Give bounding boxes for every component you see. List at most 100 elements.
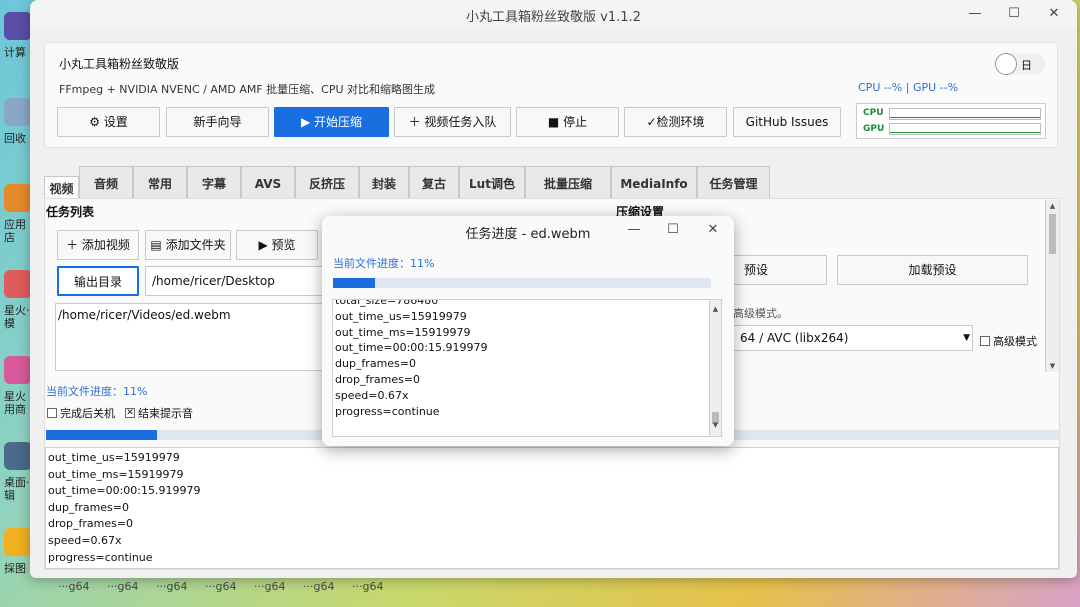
close-icon[interactable]: ✕ <box>703 220 723 240</box>
check-env-button[interactable]: ✓检测环境 <box>624 107 727 137</box>
taskbar-item[interactable]: ···g64 <box>352 580 383 593</box>
spark-app-icon[interactable] <box>4 356 32 384</box>
load-preset-button[interactable]: 加载预设 <box>837 255 1028 285</box>
encoder-select[interactable]: 64 / AVC (libx264) ▼ <box>733 325 973 351</box>
task-list-title: 任务列表 <box>46 205 95 219</box>
log-line: speed=0.67x <box>48 533 122 547</box>
theme-toggle-label: 日 <box>1021 59 1032 72</box>
current-file-progress: 当前文件进度：11% <box>46 385 148 398</box>
log-line: progress=continue <box>335 404 440 418</box>
log-line: dup_frames=0 <box>48 500 130 514</box>
dialog-log[interactable]: total_size=786480 out_time_us=15919979 o… <box>332 299 722 437</box>
usage-monitor: CPU GPU <box>856 103 1046 139</box>
dialog-log-scrollbar[interactable]: ▲ ▼ <box>709 300 721 436</box>
taskbar-item[interactable]: ···g64 <box>205 580 236 593</box>
settings-button[interactable]: ⚙ 设置 <box>57 107 160 137</box>
sound-checkbox[interactable]: ✕ 结束提示音 <box>125 405 193 421</box>
app-icon[interactable] <box>4 12 32 40</box>
tab-common[interactable]: 常用 <box>133 166 187 200</box>
taskbar-item[interactable]: ···g64 <box>254 580 285 593</box>
app-subtitle: FFmpeg + NVIDIA NVENC / AMD AMF 批量压缩、CPU… <box>59 83 436 96</box>
tab-lut[interactable]: Lut调色 <box>459 166 525 200</box>
start-compress-button[interactable]: ▶ 开始压缩 <box>274 107 389 137</box>
list-item[interactable]: /home/ricer/Videos/ed.webm <box>58 308 322 322</box>
checkbox-box: ✕ <box>125 408 135 418</box>
tab-mux[interactable]: 封装 <box>359 166 409 200</box>
file-list[interactable]: /home/ricer/Videos/ed.webm <box>55 303 325 371</box>
tab-task-manager[interactable]: 任务管理 <box>697 166 770 200</box>
minimize-icon[interactable]: — <box>624 220 644 240</box>
preview-button[interactable]: ▶ 预览 <box>236 230 318 260</box>
capture-icon[interactable] <box>4 528 32 556</box>
log-line: out_time_us=15919979 <box>48 451 180 464</box>
scroll-down-icon[interactable]: ▼ <box>710 418 721 434</box>
taskbar-item[interactable]: ···g64 <box>58 580 89 593</box>
output-dir-button[interactable]: 输出目录 <box>57 266 139 296</box>
app-name: 小丸工具箱粉丝致敬版 <box>59 57 180 71</box>
tab-retro[interactable]: 复古 <box>409 166 459 200</box>
scroll-down-icon[interactable]: ▼ <box>1046 362 1059 370</box>
log-line: out_time=00:00:15.919979 <box>335 341 488 355</box>
tab-anti-squeeze[interactable]: 反挤压 <box>295 166 359 200</box>
settings-scrollbar[interactable]: ▲ ▼ <box>1045 200 1059 372</box>
scroll-thumb[interactable] <box>1049 214 1056 254</box>
spark-icon[interactable] <box>4 270 32 298</box>
wizard-button[interactable]: 新手向导 <box>166 107 269 137</box>
advanced-mode-label: 高级模式 <box>993 335 1037 348</box>
main-log[interactable]: out_time_us=15919979 out_time_ms=1591997… <box>45 447 1059 569</box>
log-line: dup_frames=0 <box>335 357 417 371</box>
tab-audio[interactable]: 音频 <box>79 166 133 200</box>
tab-mediainfo[interactable]: MediaInfo <box>611 166 697 200</box>
cpu-label: CPU <box>863 108 884 118</box>
close-icon[interactable]: ✕ <box>1044 4 1064 24</box>
log-line: out_time_ms=15919979 <box>335 325 471 339</box>
minimize-icon[interactable]: — <box>965 4 985 24</box>
advanced-hint: 高级模式。 <box>733 307 788 320</box>
main-progress-fill <box>46 430 158 440</box>
preset-button[interactable]: 预设 <box>733 255 827 285</box>
log-line: total_size=786480 <box>335 299 439 307</box>
sound-label: 结束提示音 <box>138 407 193 420</box>
scroll-up-icon[interactable]: ▲ <box>710 302 721 318</box>
editor-icon[interactable] <box>4 442 32 470</box>
log-line: out_time=00:00:15.919979 <box>48 484 201 498</box>
enqueue-button[interactable]: ＋ 视频任务入队 <box>394 107 511 137</box>
tab-subtitle[interactable]: 字幕 <box>187 166 241 200</box>
taskbar-item[interactable]: ···g64 <box>303 580 334 593</box>
tab-avs[interactable]: AVS <box>241 166 295 200</box>
shutdown-checkbox[interactable]: 完成后关机 <box>47 405 115 421</box>
store-icon[interactable] <box>4 184 32 212</box>
dialog-progress-bar <box>333 278 711 288</box>
encoder-select-value: 64 / AVC (libx264) <box>740 331 849 345</box>
dialog-progress-fill <box>333 278 375 288</box>
gpu-graph <box>889 123 1041 135</box>
title-bar[interactable]: 小丸工具箱粉丝致敬版 v1.1.2 — ☐ ✕ <box>30 0 1077 28</box>
chevron-down-icon: ▼ <box>963 333 970 343</box>
gpu-label: GPU <box>863 124 885 134</box>
window-title: 小丸工具箱粉丝致敬版 v1.1.2 <box>466 10 641 25</box>
tab-batch[interactable]: 批量压缩 <box>525 166 611 200</box>
advanced-mode-checkbox[interactable]: 高级模式 <box>980 333 1037 349</box>
theme-toggle[interactable]: 日 <box>995 53 1045 75</box>
scroll-up-icon[interactable]: ▲ <box>1046 202 1059 210</box>
github-issues-button[interactable]: GitHub Issues <box>733 107 841 137</box>
log-line: out_time_ms=15919979 <box>48 467 184 481</box>
maximize-icon[interactable]: ☐ <box>1004 4 1024 24</box>
taskbar-item[interactable]: ···g64 <box>107 580 138 593</box>
add-folder-button[interactable]: ▤ 添加文件夹 <box>145 230 231 260</box>
maximize-icon[interactable]: ☐ <box>663 220 683 240</box>
add-video-button[interactable]: ＋ 添加视频 <box>57 230 139 260</box>
log-line: progress=continue <box>48 550 153 564</box>
stop-button[interactable]: ■ 停止 <box>516 107 619 137</box>
log-line: drop_frames=0 <box>48 517 134 531</box>
checkbox-box <box>980 336 990 346</box>
cpu-gpu-readout: CPU --% | GPU --% <box>858 81 959 94</box>
log-line: speed=0.67x <box>335 388 409 402</box>
checkbox-box <box>47 408 57 418</box>
progress-dialog: 任务进度 - ed.webm — ☐ ✕ 当前文件进度：11% total_si… <box>322 216 734 446</box>
trash-icon[interactable] <box>4 98 32 126</box>
dialog-progress-text: 当前文件进度：11% <box>333 257 435 270</box>
taskbar-item[interactable]: ···g64 <box>156 580 187 593</box>
log-line: out_time_us=15919979 <box>335 309 467 323</box>
output-dir-field[interactable]: /home/ricer/Desktop <box>145 266 325 296</box>
